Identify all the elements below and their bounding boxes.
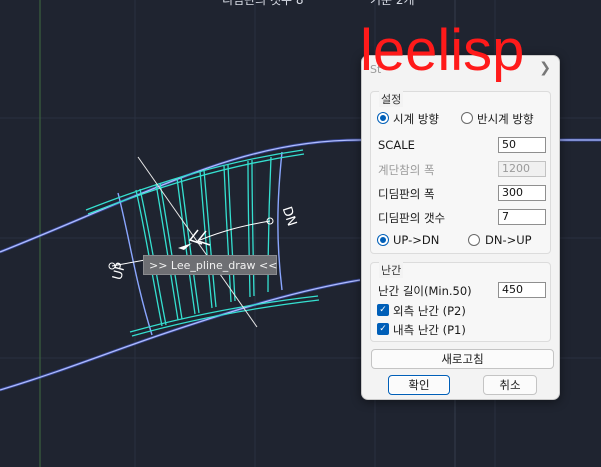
- settings-group: 설정 시계 방향 반시계 방향 SCALE 50 계단참의 폭 1200 디딤판…: [370, 91, 551, 254]
- cancel-button[interactable]: 취소: [483, 375, 537, 395]
- railing-group: 난간 난간 길이(Min.50) 450 ✓ 외측 난간 (P2) ✓ 내측 난…: [370, 262, 551, 342]
- ok-button[interactable]: 확인: [388, 375, 450, 395]
- dialog-header[interactable]: St ❯: [362, 56, 559, 83]
- landing-width-label: 계단참의 폭: [378, 163, 435, 177]
- outer-railing-checkbox[interactable]: ✓: [377, 304, 389, 316]
- counterclockwise-label: 반시계 방향: [477, 112, 534, 126]
- inner-railing-label: 내측 난간 (P1): [393, 323, 466, 337]
- refresh-button[interactable]: 새로고침: [371, 349, 554, 369]
- up-dn-label: UP->DN: [393, 233, 440, 247]
- stair-settings-dialog: St ❯ 설정 시계 방향 반시계 방향 SCALE 50 계단참의 폭 120…: [361, 55, 560, 400]
- counterclockwise-radio[interactable]: [461, 112, 473, 124]
- tread-count-input[interactable]: 7: [498, 209, 546, 225]
- walk-line: [199, 220, 271, 241]
- stair-boundary: [277, 151, 283, 291]
- tread-count-label: 디딤판의 갯수: [378, 211, 446, 225]
- landing-width-input: 1200: [498, 161, 546, 177]
- scale-label: SCALE: [378, 138, 415, 152]
- dn-up-label: DN->UP: [485, 233, 532, 247]
- scale-input[interactable]: 50: [498, 137, 546, 153]
- outer-railing-label: 외측 난간 (P2): [393, 304, 466, 318]
- chevron-right-icon[interactable]: ❯: [539, 60, 551, 76]
- inner-wall-line-glow: [0, 278, 361, 392]
- status-text-left: 디딤판의 갯수 8: [222, 0, 304, 7]
- inner-railing-checkbox[interactable]: ✓: [377, 323, 389, 335]
- tread-width-label: 디딤판의 폭: [378, 187, 435, 201]
- dn-up-radio[interactable]: [468, 234, 480, 246]
- clockwise-label: 시계 방향: [393, 112, 439, 126]
- clockwise-radio[interactable]: [377, 112, 389, 124]
- up-dn-radio[interactable]: [377, 234, 389, 246]
- railing-group-title: 난간: [379, 262, 404, 278]
- railing-length-input[interactable]: 450: [498, 282, 546, 298]
- command-tooltip: >> Lee_pline_draw <<: [143, 255, 277, 275]
- dialog-title: St: [370, 63, 382, 76]
- tread-width-input[interactable]: 300: [498, 185, 546, 201]
- settings-group-title: 설정: [379, 91, 404, 107]
- railing-length-label: 난간 길이(Min.50): [378, 284, 472, 298]
- status-text-right: 기준 2개: [370, 0, 415, 7]
